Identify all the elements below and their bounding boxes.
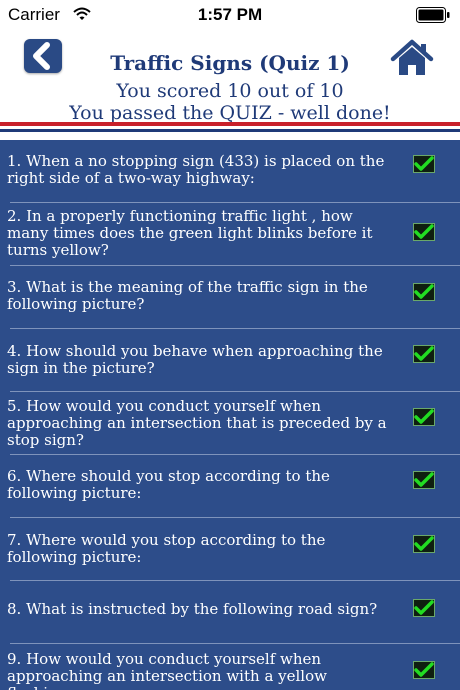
check-icon [413,408,435,426]
question-text: 7. Where would you stop according to the… [7,531,326,566]
question-text: 9. How would you conduct yourself when a… [7,650,327,690]
header: Traffic Signs (Quiz 1) You scored 10 out… [0,30,460,128]
question-text: 5. How would you conduct yourself when a… [7,397,387,449]
check-icon [413,599,435,617]
question-list: 1. When a no stopping sign (433) is plac… [0,140,460,690]
question-text: 6. Where should you stop according to th… [7,467,330,502]
question-row-4[interactable]: 4. How should you behave when approachin… [0,329,460,392]
check-icon [413,535,435,553]
question-row-2[interactable]: 2. In a properly functioning traffic lig… [0,203,460,266]
status-time: 1:57 PM [197,5,263,24]
divider-stripe-navy [0,129,460,132]
question-text: 1. When a no stopping sign (433) is plac… [7,152,385,187]
check-icon [413,223,435,241]
check-icon [413,345,435,363]
check-icon [413,155,435,173]
score-text: You scored 10 out of 10 [116,80,344,102]
question-text: 4. How should you behave when approachin… [7,342,383,377]
question-text: 8. What is instructed by the following r… [7,600,378,618]
question-row-6[interactable]: 6. Where should you stop according to th… [0,455,460,518]
check-icon [413,471,435,489]
question-row-8[interactable]: 8. What is instructed by the following r… [0,581,460,644]
check-icon [413,661,435,679]
question-row-7[interactable]: 7. Where would you stop according to the… [0,518,460,581]
passed-message: You passed the QUIZ - well done! [69,102,391,124]
question-text: 2. In a properly functioning traffic lig… [7,207,373,259]
question-text: 3. What is the meaning of the traffic si… [7,278,368,313]
question-row-5[interactable]: 5. How would you conduct yourself when a… [0,392,460,455]
page-title: Traffic Signs (Quiz 1) [110,51,350,75]
battery-icon [416,7,450,23]
question-row-3[interactable]: 3. What is the meaning of the traffic si… [0,266,460,329]
check-icon [413,283,435,301]
question-row-1[interactable]: 1. When a no stopping sign (433) is plac… [0,140,460,203]
status-bar: Carrier 1:57 PM [0,0,460,30]
question-row-9[interactable]: 9. How would you conduct yourself when a… [0,644,460,690]
